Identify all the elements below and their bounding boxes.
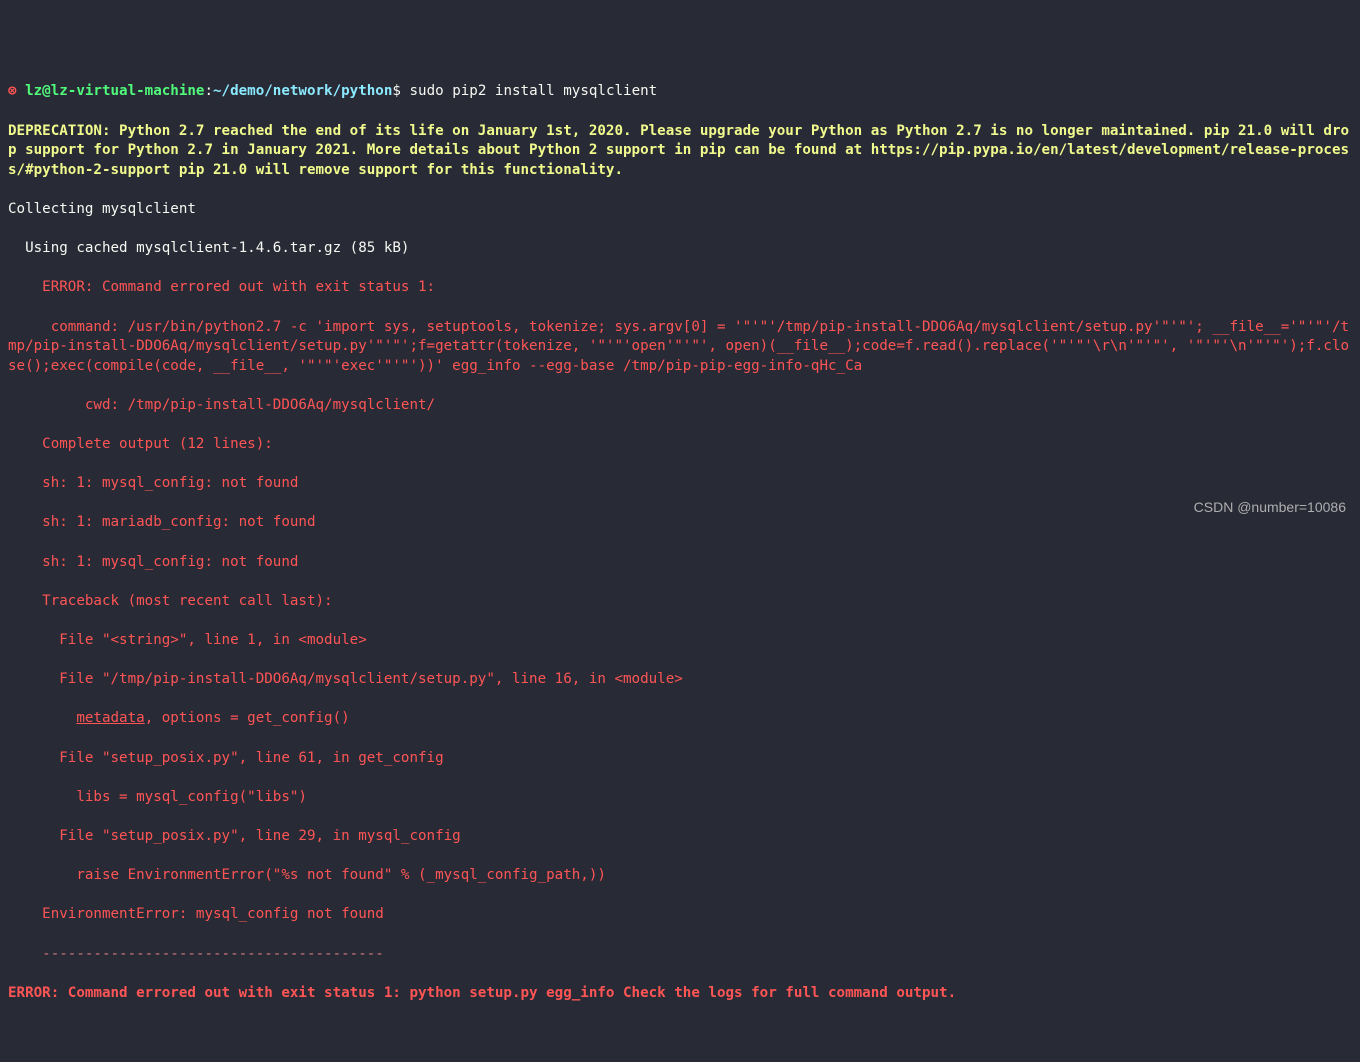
prompt-bullet-icon: ⊗ bbox=[8, 83, 17, 99]
prompt-sep2: $ bbox=[392, 83, 409, 99]
error-dashes: ---------------------------------------- bbox=[8, 945, 1352, 965]
error-metadata-line: metadata, options = get_config() bbox=[8, 709, 1352, 729]
error-env: EnvironmentError: mysql_config not found bbox=[8, 905, 1352, 925]
prompt-line: ⊗ lz@lz-virtual-machine:~/demo/network/p… bbox=[8, 82, 1352, 102]
metadata-word: metadata bbox=[76, 710, 144, 726]
watermark: CSDN @number=10086 bbox=[1194, 498, 1346, 517]
error-header: ERROR: Command errored out with exit sta… bbox=[8, 278, 1352, 298]
prompt-sep1: : bbox=[204, 83, 213, 99]
prompt-path: ~/demo/network/python bbox=[213, 83, 392, 99]
error-sh1: sh: 1: mysql_config: not found bbox=[8, 474, 1352, 494]
error-file4: File "setup_posix.py", line 29, in mysql… bbox=[8, 827, 1352, 847]
error-cwd: cwd: /tmp/pip-install-DDO6Aq/mysqlclient… bbox=[8, 396, 1352, 416]
error-file3: File "setup_posix.py", line 61, in get_c… bbox=[8, 749, 1352, 769]
deprecation-line: DEPRECATION: Python 2.7 reached the end … bbox=[8, 122, 1352, 181]
error-complete-output: Complete output (12 lines): bbox=[8, 435, 1352, 455]
error-sh3: sh: 1: mysql_config: not found bbox=[8, 553, 1352, 573]
cached-line: Using cached mysqlclient-1.4.6.tar.gz (8… bbox=[8, 239, 1352, 259]
error-final: ERROR: Command errored out with exit sta… bbox=[8, 984, 1352, 1004]
error-sh2: sh: 1: mariadb_config: not found bbox=[8, 513, 1352, 533]
error-libs: libs = mysql_config("libs") bbox=[8, 788, 1352, 808]
command-input[interactable]: sudo pip2 install mysqlclient bbox=[409, 83, 657, 99]
error-file2: File "/tmp/pip-install-DDO6Aq/mysqlclien… bbox=[8, 670, 1352, 690]
error-traceback: Traceback (most recent call last): bbox=[8, 592, 1352, 612]
error-file1: File "<string>", line 1, in <module> bbox=[8, 631, 1352, 651]
error-command: command: /usr/bin/python2.7 -c 'import s… bbox=[8, 318, 1352, 377]
prompt-user: lz@lz-virtual-machine bbox=[25, 83, 204, 99]
deprecation-text: Python 2.7 reached the end of its life o… bbox=[8, 123, 1349, 178]
collecting-line: Collecting mysqlclient bbox=[8, 200, 1352, 220]
deprecation-label: DEPRECATION: bbox=[8, 123, 111, 139]
error-raise: raise EnvironmentError("%s not found" % … bbox=[8, 866, 1352, 886]
